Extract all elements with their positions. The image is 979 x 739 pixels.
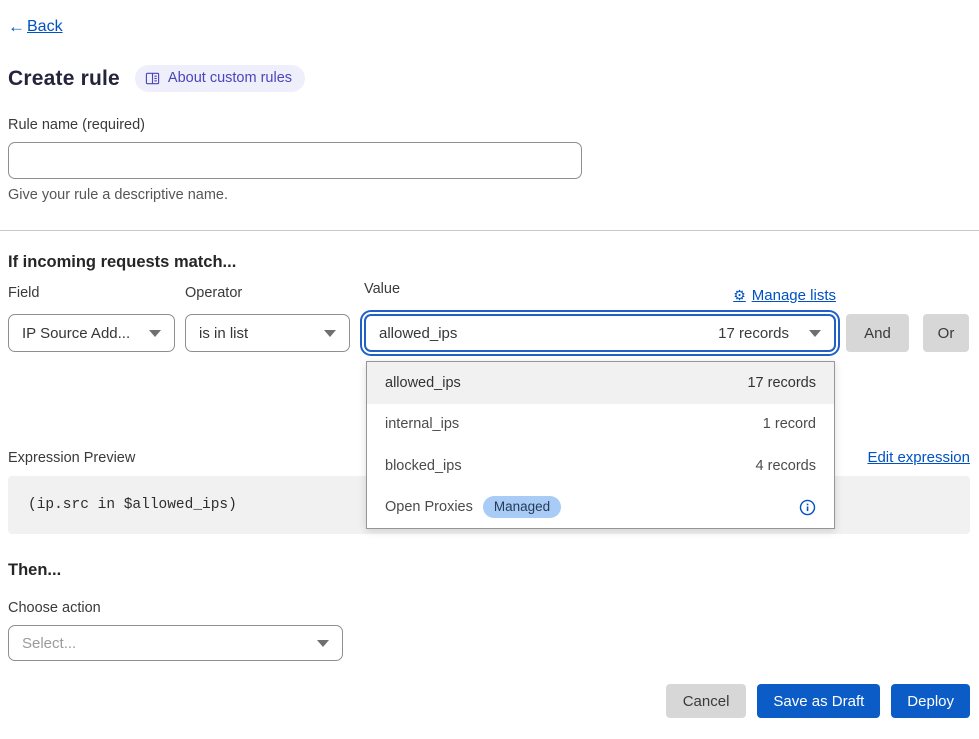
create-rule-page: ← Back Create rule About custom rules Ru… (0, 0, 979, 718)
value-records-count: 17 records (718, 325, 789, 342)
page-title: Create rule (8, 67, 120, 91)
expression-preview-label: Expression Preview (8, 450, 135, 466)
list-item-left: Open Proxies Managed (385, 496, 561, 518)
list-item-records: 1 record (763, 416, 816, 432)
chevron-down-icon (317, 640, 329, 647)
about-custom-rules-link[interactable]: About custom rules (135, 65, 305, 92)
gear-icon: ⚙ (733, 287, 746, 304)
deploy-button[interactable]: Deploy (891, 684, 970, 718)
save-as-draft-button[interactable]: Save as Draft (757, 684, 880, 718)
list-item-allowed-ips[interactable]: allowed_ips 17 records (367, 362, 834, 404)
list-item-open-proxies[interactable]: Open Proxies Managed (367, 487, 834, 529)
operator-select[interactable]: is in list (185, 314, 350, 352)
back-row: ← Back (8, 0, 970, 37)
back-link[interactable]: ← Back (8, 17, 63, 37)
list-item-records: 4 records (756, 458, 816, 474)
list-item-name: allowed_ips (385, 375, 461, 391)
and-button[interactable]: And (846, 314, 909, 352)
operator-select-value: is in list (199, 325, 248, 342)
back-label: Back (27, 18, 63, 36)
book-icon (145, 71, 160, 86)
value-dropdown-panel: allowed_ips 17 records internal_ips 1 re… (366, 361, 835, 529)
rule-name-label: Rule name (required) (8, 117, 970, 133)
andor-group: And Or (846, 314, 969, 352)
title-row: Create rule About custom rules (8, 65, 970, 92)
rule-name-helper: Give your rule a descriptive name. (8, 187, 970, 203)
manage-lists-link[interactable]: ⚙ Manage lists (733, 287, 836, 304)
field-label: Field (8, 285, 175, 305)
manage-lists-label: Manage lists (752, 287, 836, 304)
value-column: Value ⚙ Manage lists allowed_ips 17 reco… (364, 285, 836, 352)
match-controls-row: Field IP Source Add... Operator is in li… (8, 285, 970, 352)
back-arrow-icon: ← (8, 17, 25, 37)
list-item-name: blocked_ips (385, 458, 462, 474)
value-select-value: allowed_ips (379, 325, 457, 342)
list-item-blocked-ips[interactable]: blocked_ips 4 records (367, 445, 834, 487)
list-item-name: Open Proxies (385, 499, 473, 515)
value-select[interactable]: allowed_ips 17 records (364, 314, 836, 352)
section-divider (0, 230, 979, 231)
chevron-down-icon (149, 330, 161, 337)
rule-name-input[interactable] (8, 142, 582, 179)
choose-action-label: Choose action (8, 600, 970, 616)
edit-expression-link[interactable]: Edit expression (867, 449, 970, 466)
field-column: Field IP Source Add... (8, 285, 175, 352)
operator-column: Operator is in list (185, 285, 350, 352)
list-item-internal-ips[interactable]: internal_ips 1 record (367, 404, 834, 446)
field-select-value: IP Source Add... (22, 325, 130, 342)
action-select-placeholder: Select... (22, 635, 76, 652)
list-item-name: internal_ips (385, 416, 459, 432)
footer-actions: Cancel Save as Draft Deploy (8, 684, 970, 718)
about-badge-label: About custom rules (168, 70, 292, 86)
operator-label: Operator (185, 285, 350, 305)
managed-badge: Managed (483, 496, 561, 518)
value-select-right: 17 records (718, 325, 821, 342)
chevron-down-icon (809, 330, 821, 337)
cancel-button[interactable]: Cancel (666, 684, 747, 718)
chevron-down-icon (324, 330, 336, 337)
value-label-row: Value ⚙ Manage lists (364, 285, 836, 305)
value-label: Value (364, 281, 400, 301)
list-item-records: 17 records (747, 375, 816, 391)
action-select[interactable]: Select... (8, 625, 343, 661)
field-select[interactable]: IP Source Add... (8, 314, 175, 352)
then-section-heading: Then... (8, 561, 970, 580)
info-icon[interactable] (799, 499, 816, 516)
match-section-heading: If incoming requests match... (8, 253, 970, 272)
or-button[interactable]: Or (923, 314, 969, 352)
